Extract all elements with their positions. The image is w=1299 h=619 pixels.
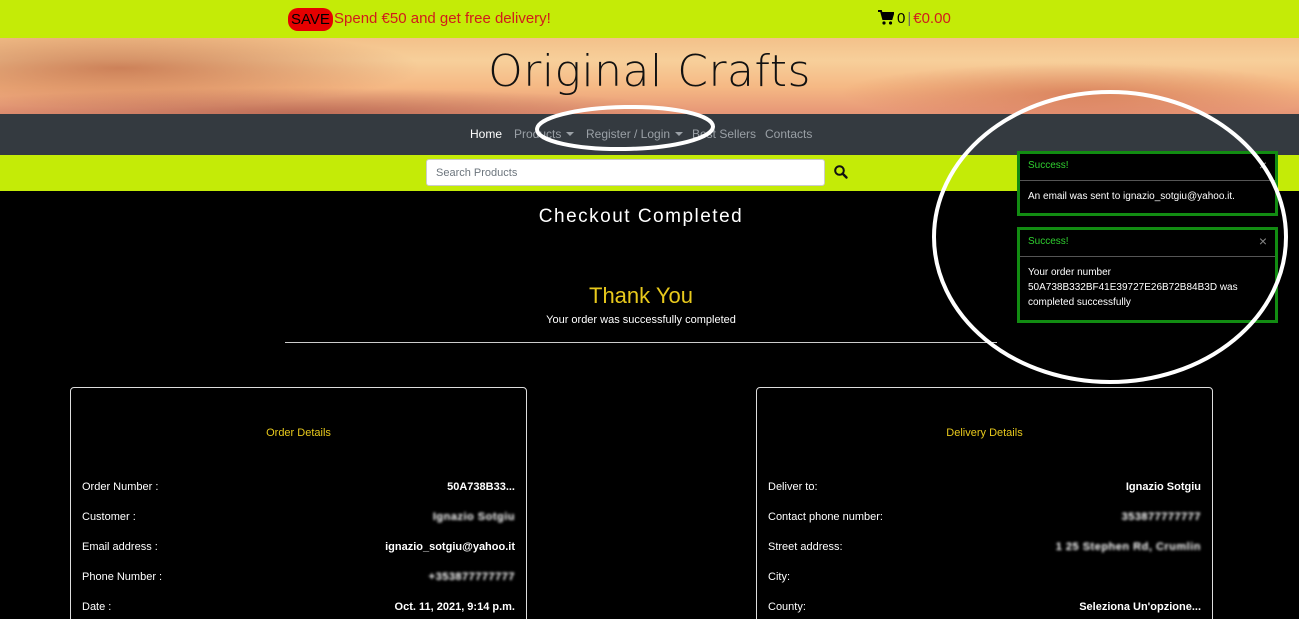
customer-value: Ignazio Sotgiu (432, 511, 515, 523)
toast-header: Success! × (1020, 154, 1275, 181)
toast-header: Success! × (1020, 230, 1275, 257)
main-nav: Home Products Register / Login Best Sell… (0, 114, 1299, 155)
divider (285, 342, 997, 343)
city-label: City: (768, 571, 790, 583)
close-icon[interactable]: × (1259, 158, 1267, 172)
email-label: Email address : (82, 541, 158, 553)
nav-products[interactable]: Products (514, 127, 575, 141)
delivery-details-title: Delivery Details (946, 427, 1023, 439)
street-address-value: 1 25 Stephen Rd, Crumlin (1055, 541, 1201, 553)
nav-contacts[interactable]: Contacts (765, 127, 812, 141)
contact-phone-value: 353877777777 (1121, 511, 1201, 523)
detail-row: Date : Oct. 11, 2021, 9:14 p.m. (82, 599, 515, 615)
success-toast-email: Success! × An email was sent to ignazio_… (1017, 151, 1278, 216)
chevron-down-icon (675, 132, 684, 136)
save-badge: SAVE (288, 8, 333, 31)
customer-label: Customer : (82, 511, 136, 523)
street-address-label: Street address: (768, 541, 843, 553)
order-number-value: 50A738B33... (447, 481, 515, 493)
detail-row: City: (768, 569, 1201, 585)
toast-message: An email was sent to ignazio_sotgiu@yaho… (1028, 191, 1235, 202)
deliver-to-label: Deliver to: (768, 481, 818, 493)
cart-summary[interactable]: 0 | €0.00 (878, 9, 951, 29)
cart-icon (878, 10, 894, 25)
detail-row: Contact phone number: 353877777777 (768, 509, 1201, 525)
email-value: ignazio_sotgiu@yahoo.it (385, 541, 515, 553)
nav-register-login-label: Register / Login (586, 127, 671, 141)
toast-title: Success! (1028, 160, 1069, 171)
phone-label: Phone Number : (82, 571, 163, 583)
site-title[interactable]: Original Crafts (0, 46, 1299, 97)
search-icon[interactable] (833, 164, 849, 180)
cart-total: €0.00 (913, 10, 951, 27)
county-label: County: (768, 601, 806, 613)
nav-home[interactable]: Home (470, 127, 502, 141)
order-details-title: Order Details (266, 427, 331, 439)
order-details-card: Order Details Order Number : 50A738B33..… (70, 387, 527, 619)
search-input[interactable] (426, 159, 825, 186)
detail-row: Email address : ignazio_sotgiu@yahoo.it (82, 539, 515, 555)
order-number-label: Order Number : (82, 481, 159, 493)
toast-message: Your order number 50A738B332BF41E39727E2… (1028, 267, 1238, 308)
chevron-down-icon (566, 132, 575, 136)
contact-phone-label: Contact phone number: (768, 511, 883, 523)
deliver-to-value: Ignazio Sotgiu (1125, 481, 1201, 493)
promo-bar: SAVE Spend €50 and get free delivery! 0 |… (0, 0, 1299, 38)
phone-value: +353877777777 (428, 571, 515, 583)
detail-row: Customer : Ignazio Sotgiu (82, 509, 515, 525)
date-label: Date : (82, 601, 112, 613)
nav-register-login[interactable]: Register / Login (586, 127, 684, 141)
toast-title: Success! (1028, 236, 1069, 247)
detail-row: Deliver to: Ignazio Sotgiu (768, 479, 1201, 495)
nav-best-sellers[interactable]: Best Sellers (692, 127, 756, 141)
county-value: Seleziona Un'opzione... (1079, 601, 1201, 613)
detail-row: Order Number : 50A738B33... (82, 479, 515, 495)
cart-count: 0 (897, 10, 906, 27)
detail-row: Street address: 1 25 Stephen Rd, Crumlin (768, 539, 1201, 555)
hero-banner: Original Crafts (0, 38, 1299, 114)
date-value: Oct. 11, 2021, 9:14 p.m. (394, 601, 515, 613)
delivery-details-card: Delivery Details Deliver to: Ignazio Sot… (756, 387, 1213, 619)
detail-row: County: Seleziona Un'opzione... (768, 599, 1201, 615)
promo-text: Spend €50 and get free delivery! (334, 10, 551, 27)
success-toast-order: Success! × Your order number 50A738B332B… (1017, 227, 1278, 323)
cart-separator: | (907, 10, 912, 27)
nav-products-label: Products (514, 127, 562, 141)
close-icon[interactable]: × (1259, 234, 1267, 248)
detail-row: Phone Number : +353877777777 (82, 569, 515, 585)
